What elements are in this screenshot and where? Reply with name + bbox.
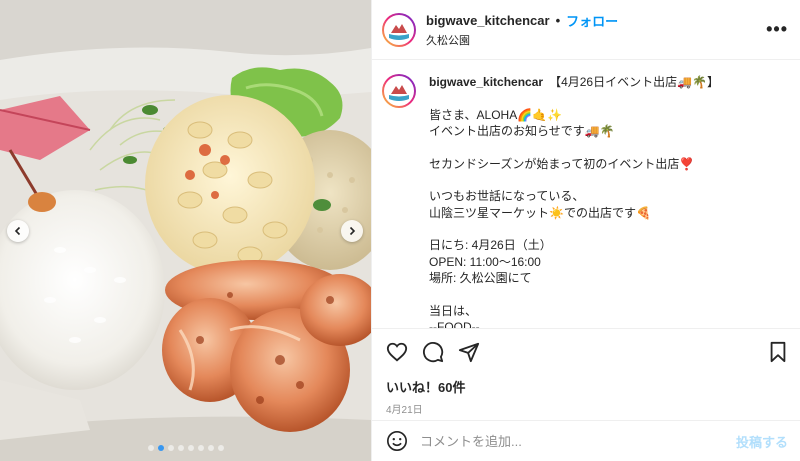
carousel-dots: [0, 445, 371, 451]
chevron-right-icon: [349, 226, 356, 236]
caption-line: [429, 140, 788, 156]
caption-area: bigwave_kitchencar 【4月26日イベント出店🚚🌴】 皆さま、AL…: [372, 60, 800, 328]
caption-line: [429, 221, 788, 237]
post-photo[interactable]: [0, 0, 371, 461]
caption-line: いつもお世話になっている、: [429, 189, 585, 204]
comment-button[interactable]: [422, 341, 444, 363]
comment-bar: 投稿する: [372, 420, 800, 461]
food-photo: [0, 0, 371, 461]
carousel-next-button[interactable]: [341, 220, 363, 242]
share-button[interactable]: [458, 341, 480, 363]
caption-line: 山陰三ツ星マーケット☀️での出店です🍕: [429, 205, 651, 220]
caption-line: 日にち: 4月26日（土）: [429, 238, 552, 253]
username[interactable]: bigwave_kitchencar: [426, 13, 550, 28]
post-side-panel: bigwave_kitchencar • フォロー 久松公園 ••• bigwa…: [371, 0, 800, 461]
location-link[interactable]: 久松公園: [426, 32, 766, 48]
carousel-prev-button[interactable]: [7, 220, 29, 242]
caption-line: セカンドシーズンが始まって初のイベント出店❣️: [429, 156, 695, 171]
chevron-left-icon: [14, 226, 21, 236]
caption-line: イベント出店のお知らせです🚚🌴: [429, 124, 615, 139]
logo-avatar-icon: [387, 17, 411, 42]
save-button[interactable]: [768, 341, 788, 363]
caption-line: [429, 287, 788, 303]
caption-line: 場所: 久松公園にて: [429, 271, 532, 286]
separator: •: [555, 13, 561, 28]
caption-body: 皆さま、ALOHA🌈🤙✨ イベント出店のお知らせです🚚🌴 セカンドシーズンが始まって…: [429, 107, 788, 328]
caption-line: 皆さま、ALOHA🌈🤙✨: [429, 107, 563, 122]
comment-icon: [422, 341, 444, 363]
caption-heading: 【4月26日イベント出店🚚🌴】: [549, 75, 719, 89]
heart-icon: [386, 342, 408, 362]
instagram-post: bigwave_kitchencar • フォロー 久松公園 ••• bigwa…: [0, 0, 800, 461]
caption-text: bigwave_kitchencar 【4月26日イベント出店🚚🌴】 皆さま、AL…: [429, 74, 788, 328]
carousel-dot[interactable]: [207, 445, 214, 451]
post-date: 4月21日: [386, 405, 423, 416]
more-options-button[interactable]: •••: [766, 19, 788, 40]
carousel-dot[interactable]: [217, 445, 224, 451]
caption-username[interactable]: bigwave_kitchencar: [429, 75, 543, 89]
action-bar: いいね！60件 4月21日: [372, 328, 800, 416]
carousel-dot[interactable]: [167, 445, 174, 451]
caption-avatar[interactable]: [382, 74, 416, 108]
caption-line: --FOOD--: [429, 320, 480, 328]
logo-avatar-icon: [387, 79, 411, 103]
share-icon: [458, 342, 480, 363]
carousel-dot[interactable]: [147, 445, 154, 451]
follow-button[interactable]: フォロー: [566, 11, 618, 30]
caption-line: OPEN: 11:00〜16:00: [429, 254, 541, 269]
post-comment-button[interactable]: 投稿する: [736, 432, 788, 451]
post-header: bigwave_kitchencar • フォロー 久松公園 •••: [372, 0, 800, 60]
carousel-dot[interactable]: [187, 445, 194, 451]
emoji-button[interactable]: [386, 430, 408, 452]
carousel-dot[interactable]: [177, 445, 184, 451]
like-count[interactable]: いいね！60件: [386, 377, 788, 396]
emoji-icon: [387, 431, 407, 451]
carousel-dot[interactable]: [157, 445, 164, 451]
comment-input[interactable]: [420, 433, 736, 449]
caption-line: [429, 172, 788, 188]
avatar[interactable]: [382, 12, 416, 47]
like-button[interactable]: [386, 341, 408, 363]
carousel-dot[interactable]: [197, 445, 204, 451]
caption-line: 当日は、: [429, 303, 478, 318]
bookmark-icon: [770, 341, 786, 363]
